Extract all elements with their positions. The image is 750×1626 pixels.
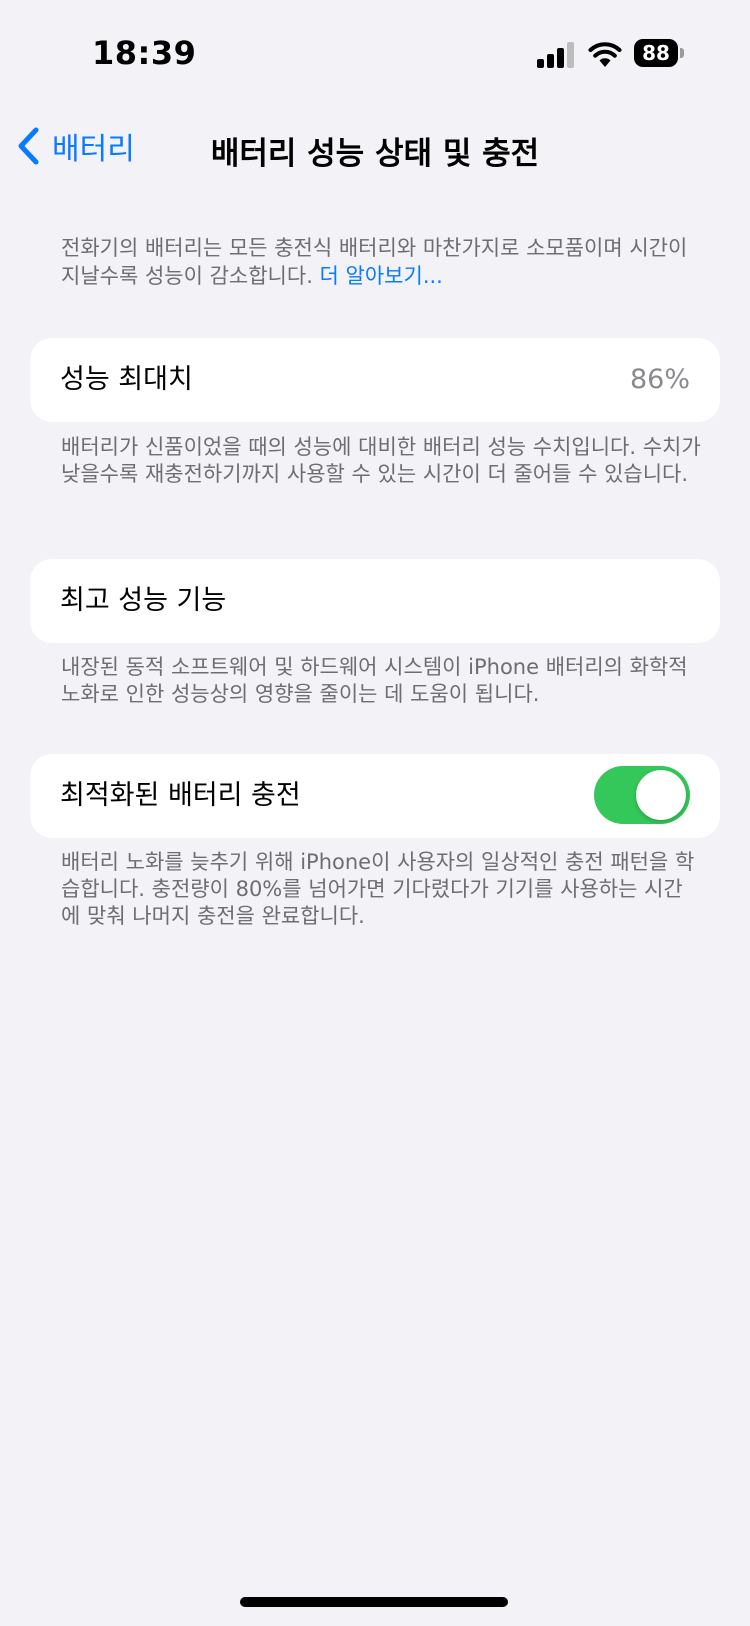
battery-level: 88 — [634, 39, 678, 67]
page-title: 배터리 성능 상태 및 충전 — [210, 136, 540, 172]
navigation-bar: 배터리 배터리 성능 상태 및 충전 — [0, 110, 750, 180]
home-indicator[interactable] — [240, 1597, 508, 1607]
toggle-knob — [636, 770, 686, 820]
battery-icon: 88 — [634, 39, 684, 67]
cellular-signal-icon — [537, 42, 577, 68]
max-capacity-row: 성능 최대치 86% — [30, 338, 720, 422]
status-time: 18:39 — [92, 34, 197, 72]
learn-more-link[interactable]: 더 알아보기... — [320, 264, 443, 288]
peak-performance-row: 최고 성능 기능 — [30, 559, 720, 643]
max-capacity-value: 86% — [629, 364, 690, 395]
peak-performance-footnote: 내장된 동적 소프트웨어 및 하드웨어 시스템이 iPhone 배터리의 화학적… — [61, 655, 688, 706]
max-capacity-footnote: 배터리가 신품이었을 때의 성능에 대비한 배터리 성능 수치입니다. 수치가 … — [61, 435, 701, 486]
wifi-icon — [588, 40, 622, 68]
optimized-charging-label: 최적화된 배터리 충전 — [60, 780, 301, 811]
optimized-charging-toggle[interactable] — [594, 766, 690, 824]
optimized-charging-row: 최적화된 배터리 충전 — [30, 754, 720, 838]
optimized-charging-footnote: 배터리 노화를 늦추기 위해 iPhone이 사용자의 일상적인 충전 패턴을 … — [61, 850, 695, 928]
intro-description: 전화기의 배터리는 모든 충전식 배터리와 마찬가지로 소모품이며 시간이 지날… — [61, 234, 701, 290]
status-bar: 18:39 88 — [0, 0, 750, 110]
max-capacity-label: 성능 최대치 — [60, 364, 193, 395]
peak-performance-label: 최고 성능 기능 — [60, 585, 227, 616]
